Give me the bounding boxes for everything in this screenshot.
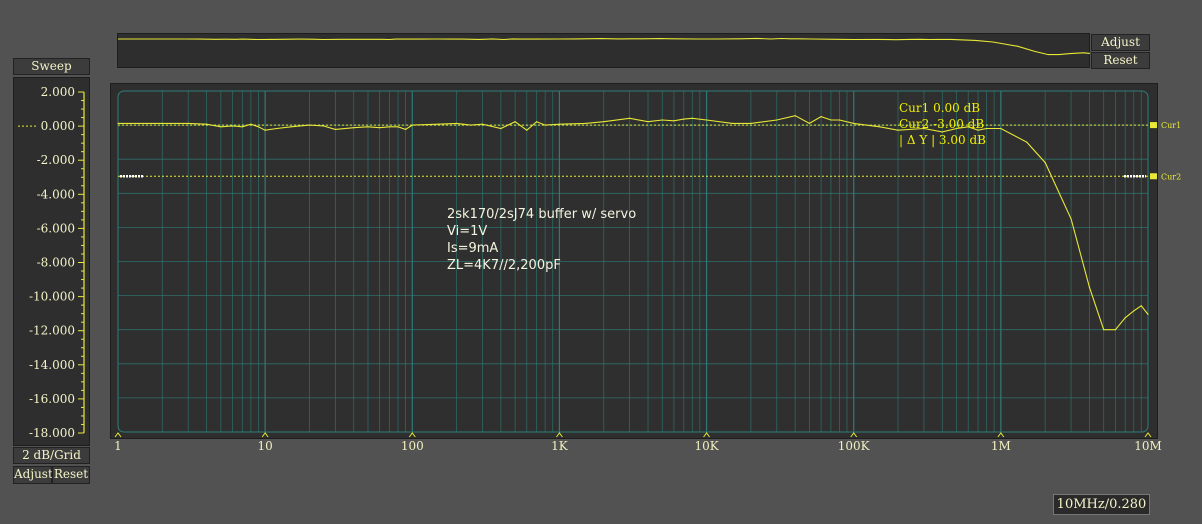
x-tick-label: 1K (551, 439, 569, 453)
annotation-note: ZL=4K7//2,200pF (447, 258, 561, 273)
x-tick-arrow (850, 432, 858, 438)
data-point (220, 126, 222, 128)
x-tick-label: 1 (114, 439, 122, 453)
data-point (257, 126, 260, 128)
data-point (584, 122, 586, 124)
data-point (367, 126, 369, 128)
data-point (1140, 305, 1142, 307)
data-point (1133, 310, 1135, 312)
x-tick-arrow (1144, 432, 1152, 438)
data-point (1026, 141, 1028, 143)
data-point (514, 121, 516, 123)
status-readout: 10MHz/0.280 (1053, 494, 1150, 515)
data-point (830, 119, 832, 121)
cursor-tag-1: Cur1 (1161, 121, 1181, 130)
data-point (879, 126, 881, 128)
data-point (1044, 162, 1046, 164)
data-point (187, 122, 189, 124)
data-point (691, 117, 693, 119)
data-point (750, 122, 752, 124)
data-point (323, 125, 325, 127)
data-point (437, 123, 439, 125)
data-point (334, 128, 336, 130)
cursor-tag-2: Cur2 (1161, 172, 1181, 181)
data-point (117, 122, 119, 124)
x-tick-arrow (997, 432, 1005, 438)
x-tick-arrow (408, 432, 416, 438)
x-tick-arrow (114, 432, 122, 438)
data-point (661, 119, 663, 121)
data-point (1000, 127, 1002, 130)
data-point (776, 119, 778, 121)
x-tick-label: 10 (258, 439, 273, 453)
data-point (379, 127, 381, 129)
data-point (1103, 329, 1105, 331)
data-point (500, 127, 502, 130)
data-point (629, 117, 631, 119)
data-point (231, 125, 234, 127)
data-point (264, 129, 266, 131)
data-point (455, 122, 458, 124)
data-point (411, 124, 413, 126)
data-point (808, 122, 811, 124)
x-tick-label: 100 (401, 439, 424, 453)
data-point (603, 121, 605, 123)
x-tick-label: 10M (1134, 439, 1162, 453)
data-point (308, 124, 311, 126)
frequency-response-chart[interactable]: Cur1 Cur2 1 10 100 1K 10K 100K 1M 10M Cur1 0.00 dB… (0, 0, 1202, 470)
x-tick-label: 10K (694, 439, 719, 453)
data-point (353, 127, 355, 129)
data-point (536, 121, 538, 123)
data-point (1070, 218, 1072, 220)
data-point (241, 126, 243, 128)
data-point (1124, 317, 1126, 319)
data-point (820, 115, 822, 118)
data-point (290, 126, 292, 128)
x-tick-label: 100K (838, 439, 871, 453)
data-point (673, 120, 675, 122)
data-point (1147, 313, 1149, 315)
data-point (470, 124, 472, 126)
data-point (205, 123, 208, 125)
data-point (161, 122, 163, 124)
cursor-readout-line: Cur1 0.00 dB (899, 101, 980, 115)
data-point (250, 123, 252, 125)
data-point (647, 121, 649, 123)
data-point (1114, 329, 1116, 331)
x-tick-label: 1M (991, 439, 1011, 453)
data-point (404, 128, 407, 130)
x-tick-arrow (556, 432, 563, 438)
data-point (397, 126, 399, 128)
data-point (544, 124, 546, 126)
x-tick-arrow (261, 432, 269, 438)
data-point (526, 129, 528, 131)
cursor-readout-line: | Δ Y | 3.00 dB (899, 133, 986, 147)
annotation-note: Is=9mA (447, 241, 498, 256)
x-tick-arrow (703, 432, 710, 438)
data-point (683, 118, 685, 120)
cursor-marker-2 (1150, 173, 1157, 180)
cursor-readout-line: Cur2 -3.00 dB (899, 117, 984, 131)
data-point (794, 115, 796, 117)
data-point (388, 126, 391, 128)
data-point (1088, 286, 1091, 288)
data-point (853, 122, 855, 124)
data-point (731, 122, 734, 124)
annotation-note: Vi=1V (447, 224, 487, 239)
data-point (705, 119, 708, 121)
data-point (985, 127, 988, 130)
data-point (481, 123, 484, 125)
annotation-note: 2sk170/2sJ74 buffer w/ servo (447, 207, 636, 222)
data-point (558, 123, 561, 125)
data-point (276, 127, 278, 130)
data-point (838, 119, 841, 121)
cursor-marker-1 (1150, 122, 1157, 129)
